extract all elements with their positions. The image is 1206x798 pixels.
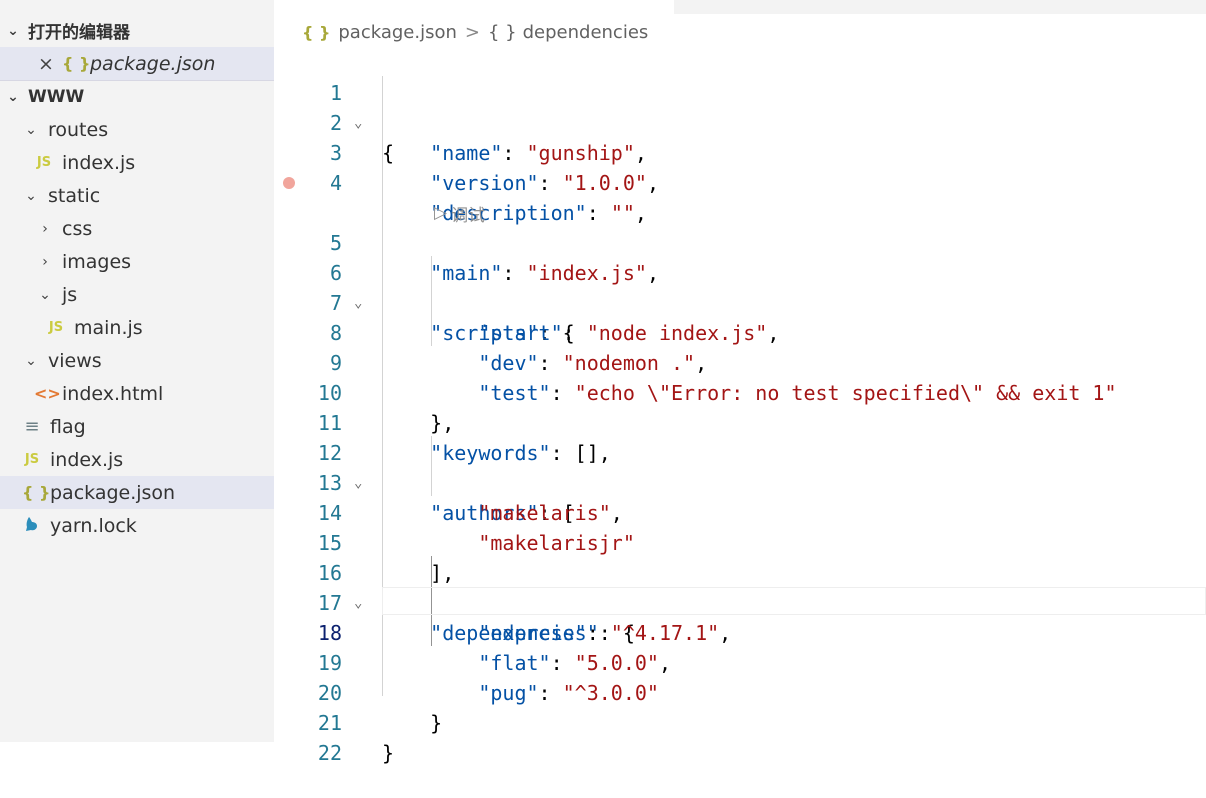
explorer-sidebar: ⌄ 打开的编辑器 × { } package.json ⌄ WWW ⌄ rout… [0,0,274,742]
chevron-down-icon: ⌄ [7,22,19,39]
chevron-down-icon: ⌄ [25,187,37,204]
tree-item-views[interactable]: ⌄ views [0,344,274,377]
javascript-file-icon: JS [48,320,64,335]
breadcrumb-file[interactable]: package.json [338,22,457,43]
debug-codelens[interactable]: ▷ 调试 [434,198,485,228]
open-editors-header[interactable]: ⌄ 打开的编辑器 [0,14,274,47]
breadcrumb: { } package.json > { } dependencies [302,18,648,46]
punctuation: } [382,741,395,765]
breakpoint-dot-icon[interactable] [283,177,295,189]
tree-item-js-folder[interactable]: ⌄ js [0,278,274,311]
code-line: 2 "name": "gunship", [274,78,1206,165]
chevron-right-icon: › [42,253,48,270]
tree-item-yarn-lock[interactable]: yarn.lock [0,509,274,542]
code-line: 8 "dev": "nodemon .", [274,288,1206,375]
folder-header[interactable]: ⌄ WWW [0,80,274,113]
chevron-down-icon: ⌄ [25,121,37,138]
chevron-down-icon: ⌄ [7,88,19,105]
object-braces-icon: { } [487,21,517,43]
tree-item-main-js[interactable]: JS main.js [0,311,274,344]
tree-item-index-html[interactable]: <> index.html [0,377,274,410]
code-line: 22 [274,708,1206,765]
close-icon[interactable]: × [36,53,56,75]
code-line: 15 ], [274,498,1206,585]
tree-item-package-json[interactable]: { } package.json [0,476,274,509]
json-braces-icon: { } [302,22,331,42]
chevron-down-icon: ⌄ [25,352,37,369]
breadcrumb-symbol[interactable]: dependencies [523,22,649,43]
punctuation: : [586,201,611,225]
code-line: 7 "start": "node index.js", [274,258,1206,345]
code-line: 17 "express": "^4.17.1", [274,558,1206,645]
json-string: "" [610,201,635,225]
chevron-right-icon: › [42,220,48,237]
code-line: 1 ⌄ { [274,48,1206,165]
code-line: 9 "test": "echo \"Error: no test specifi… [274,318,1206,405]
json-braces-icon: { } [62,54,91,73]
text-file-icon: ≡ [24,416,40,437]
punctuation: , [634,201,647,225]
tree-item-static[interactable]: ⌄ static [0,179,274,212]
open-editor-item[interactable]: × { } package.json [0,47,274,81]
code-line: 3 "version": "1.0.0", [274,108,1206,195]
tree-item-images[interactable]: › images [0,245,274,278]
code-line: 4 "description": "", [274,138,1206,225]
code-line: 19 "pug": "^3.0.0" [274,618,1206,705]
code-line: 21 } [274,678,1206,765]
code-text[interactable]: "description": "", [382,198,647,228]
tree-item-routes[interactable]: ⌄ routes [0,113,274,146]
line-number: 22 [317,741,342,765]
tree-item-index-js[interactable]: JS index.js [0,443,274,476]
active-tab-strip [274,0,674,14]
code-line: 20 } [274,648,1206,735]
code-line: 6 ⌄ "scripts": { [274,228,1206,345]
javascript-file-icon: JS [36,155,52,170]
play-icon: ▷ [434,203,448,223]
open-editor-label: package.json [90,52,216,75]
code-line: 12 ⌄ "authors": [ [274,408,1206,525]
chevron-down-icon: ⌄ [39,286,51,303]
code-line: 10 }, [274,348,1206,435]
code-line: 11 "keywords": [], [274,378,1206,465]
code-line: 5 "main": "index.js", [274,168,1206,285]
code-line: 13 "makelaris", [274,438,1206,525]
tree-item-routes-index-js[interactable]: JS index.js [0,146,274,179]
code-line: 16 ⌄ "dependencies": { [274,528,1206,645]
tree-item-flag[interactable]: ≡ flag [0,410,274,443]
json-braces-icon: { } [22,483,51,502]
code-editor[interactable]: 1 ⌄ { 2 "name": "gunship", 3 "version": … [274,48,1206,765]
tree-item-css[interactable]: › css [0,212,274,245]
code-text[interactable]: } [382,738,394,768]
html-file-icon: <> [34,384,61,403]
chevron-right-icon: > [464,21,480,43]
javascript-file-icon: JS [24,452,40,467]
code-line: 14 "makelarisjr" [274,468,1206,555]
code-line-current: 18 "flat": "5.0.0", [274,588,1206,675]
yarn-cat-icon [22,516,42,536]
